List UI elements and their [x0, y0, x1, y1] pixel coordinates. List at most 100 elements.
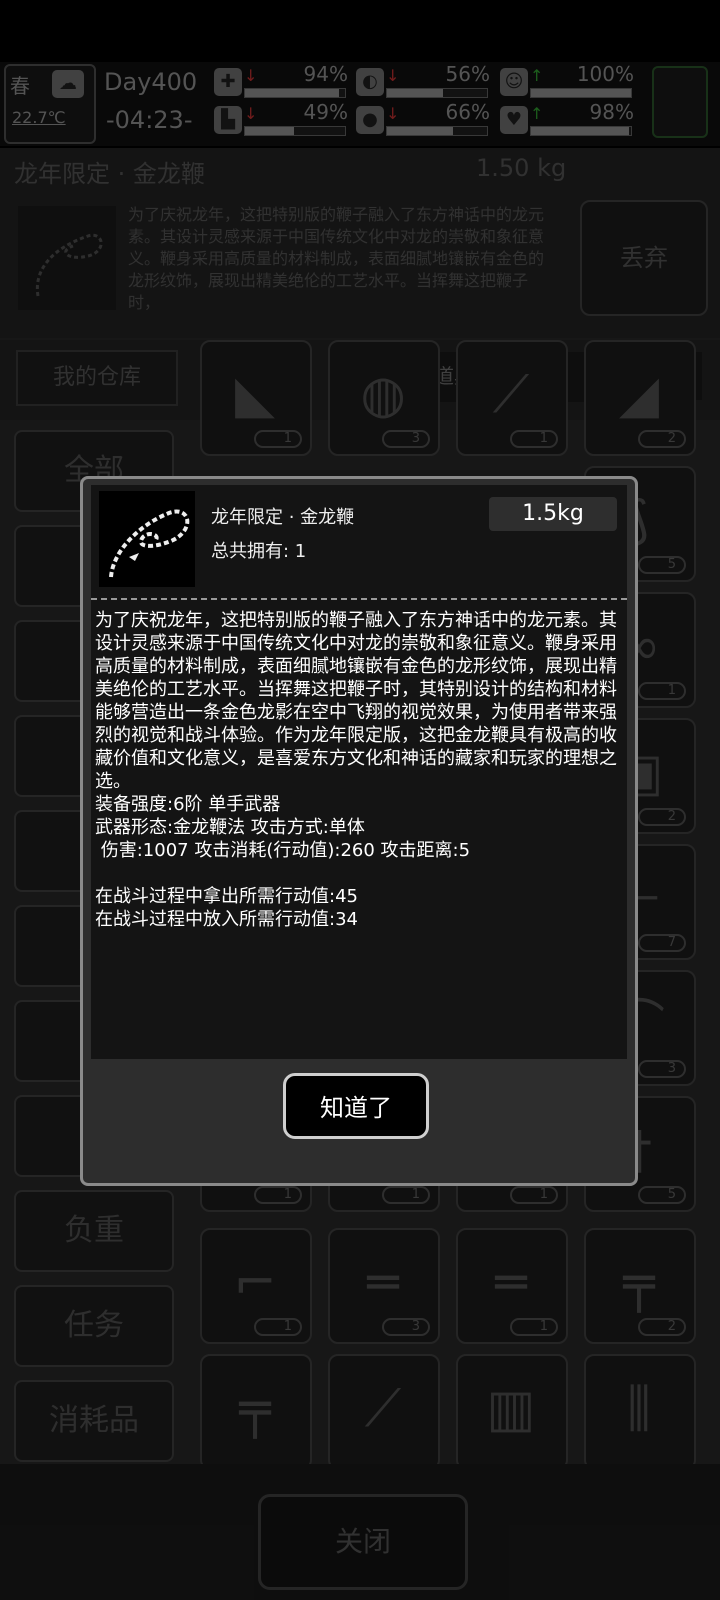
- assault-rifle-icon: ╤: [623, 1253, 655, 1313]
- inventory-slot[interactable]: ◢ 2: [584, 340, 696, 456]
- stat-bar-fill: [387, 89, 443, 97]
- stat-bar: [244, 126, 346, 136]
- inventory-slot[interactable]: ⟋ 1: [456, 340, 568, 456]
- stat-value: 56%: [445, 62, 490, 86]
- item-count-badge: 2: [638, 808, 686, 826]
- acknowledge-button[interactable]: 知道了: [283, 1073, 429, 1139]
- inventory-slot[interactable]: ▥: [456, 1354, 568, 1470]
- trend-up-icon: ↑: [530, 104, 544, 123]
- time-label: -04:23-: [106, 106, 193, 134]
- boot-icon: ▙: [214, 106, 242, 134]
- item-count-badge: 7: [638, 934, 686, 952]
- day-label: Day400: [104, 68, 198, 96]
- stat-bar: [244, 88, 346, 98]
- pistol-icon: ⌐: [233, 1253, 277, 1313]
- medkit-icon: ✚: [214, 68, 242, 96]
- stat-bar: [530, 126, 632, 136]
- item-weight: 1.50 kg: [476, 154, 567, 182]
- owned-count: 总共拥有: 1: [211, 541, 307, 562]
- inventory-slot[interactable]: ╤ 2: [584, 1228, 696, 1344]
- item-count-badge: 5: [638, 1186, 686, 1204]
- item-thumbnail: [18, 206, 116, 310]
- item-count-badge: 1: [254, 1318, 302, 1336]
- inventory-slot[interactable]: ⌐ 1: [200, 1228, 312, 1344]
- dialog-item-name: 龙年限定 · 金龙鞭: [211, 507, 355, 528]
- trend-down-icon: ↓: [386, 104, 400, 123]
- blade-icon: ◢: [619, 365, 659, 425]
- weather-cloud-icon: ☁: [52, 70, 84, 98]
- shotgun-icon: ═: [367, 1253, 399, 1313]
- status-bar: 春 ☁ 22.7℃ Day400 -04:23- ✚ ↓ 94% ▙ ↓ 49% ◐ ↓ 56%…: [0, 62, 720, 146]
- stat-bar: [386, 126, 488, 136]
- chainsaw-icon: ⫼: [627, 1379, 651, 1439]
- item-count-badge: 2: [638, 1318, 686, 1336]
- stat-value: 98%: [589, 100, 634, 124]
- inventory-slot[interactable]: ═ 3: [328, 1228, 440, 1344]
- item-count-badge: 3: [382, 430, 430, 448]
- inventory-slot[interactable]: ◣ 1: [200, 340, 312, 456]
- trend-down-icon: ↓: [244, 104, 258, 123]
- stat-bar-fill: [245, 89, 339, 97]
- golden-whip-icon: [35, 233, 103, 297]
- dagger-icon: ◣: [235, 365, 275, 425]
- assault-rifle-icon: ╤: [239, 1379, 271, 1439]
- item-name: 龙年限定 · 金龙鞭: [14, 160, 205, 188]
- stat-bar-fill: [245, 127, 294, 135]
- stat-bar: [530, 88, 632, 98]
- item-count-badge: 3: [382, 1318, 430, 1336]
- shotgun-icon: ═: [495, 1253, 527, 1313]
- riot-shield-icon: ▥: [486, 1379, 536, 1439]
- bottom-bar: 关闭: [0, 1464, 720, 1600]
- stat-value: 94%: [303, 62, 348, 86]
- item-short-description: 为了庆祝龙年，这把特别版的鞭子融入了东方神话中的龙元素。其设计灵感来源于中国传统…: [128, 205, 545, 312]
- item-count-badge: 3: [638, 1060, 686, 1078]
- inventory-slot[interactable]: ◍ 3: [328, 340, 440, 456]
- stat-value: 66%: [445, 100, 490, 124]
- inventory-slot[interactable]: ⟋: [328, 1354, 440, 1470]
- item-thumbnail: [99, 491, 195, 587]
- dialog-item-weight: 1.5kg: [489, 497, 617, 531]
- close-button[interactable]: 关闭: [258, 1494, 468, 1590]
- item-count-badge: 1: [510, 1186, 558, 1204]
- item-count-badge: 2: [638, 430, 686, 448]
- stat-value: 49%: [303, 100, 348, 124]
- item-count-badge: 1: [510, 430, 558, 448]
- stat-bar: [386, 88, 488, 98]
- stat-bar-fill: [387, 127, 453, 135]
- item-count-badge: 1: [254, 430, 302, 448]
- water-drop-icon: ●: [356, 106, 384, 134]
- item-count-badge: 1: [510, 1318, 558, 1336]
- mood-icon: ☺: [500, 68, 528, 96]
- inventory-slot[interactable]: ╤: [200, 1354, 312, 1470]
- item-count-badge: 5: [638, 556, 686, 574]
- stomach-icon: ◐: [356, 68, 384, 96]
- inventory-slot[interactable]: ⫼: [584, 1354, 696, 1470]
- golden-whip-icon: [109, 509, 190, 578]
- trend-up-icon: ↑: [530, 66, 544, 85]
- category-9[interactable]: 任务: [14, 1285, 174, 1367]
- stat-bar-fill: [531, 89, 631, 97]
- item-info-dialog: 龙年限定 · 金龙鞭 总共拥有: 1 1.5kg 为了庆祝龙年，这把特别版的鞭子…: [80, 476, 638, 1186]
- dialog-item-description: 为了庆祝龙年，这把特别版的鞭子融入了东方神话中的龙元素。其设计灵感来源于中国传统…: [95, 610, 617, 930]
- item-count-badge: 1: [254, 1186, 302, 1204]
- season-label: 春: [10, 74, 30, 98]
- category-8[interactable]: 负重: [14, 1190, 174, 1272]
- category-10[interactable]: 消耗品: [14, 1380, 174, 1462]
- round-shield-icon: ◍: [360, 365, 406, 425]
- heart-icon: ♥: [500, 106, 528, 134]
- trend-down-icon: ↓: [244, 66, 258, 85]
- my-warehouse-tab[interactable]: 我的仓库: [16, 350, 178, 406]
- stat-value: 100%: [576, 62, 634, 86]
- season-weather-panel: 春 ☁ 22.7℃: [4, 64, 96, 144]
- inventory-slot[interactable]: ═ 1: [456, 1228, 568, 1344]
- knife-icon: ⟋: [364, 1379, 402, 1439]
- dashed-divider: [91, 598, 627, 600]
- discard-button[interactable]: 丢弃: [580, 200, 708, 316]
- item-detail-header: 龙年限定 · 金龙鞭 1.50 kg 为了庆祝龙年，这把特别版的鞭子融入了东方神…: [0, 148, 720, 338]
- knife-icon: ⟋: [492, 365, 530, 425]
- temperature-label: 22.7℃: [12, 108, 66, 127]
- quick-slot-button[interactable]: [652, 66, 708, 138]
- trend-down-icon: ↓: [386, 66, 400, 85]
- stat-bar-fill: [531, 127, 629, 135]
- item-count-badge: 1: [382, 1186, 430, 1204]
